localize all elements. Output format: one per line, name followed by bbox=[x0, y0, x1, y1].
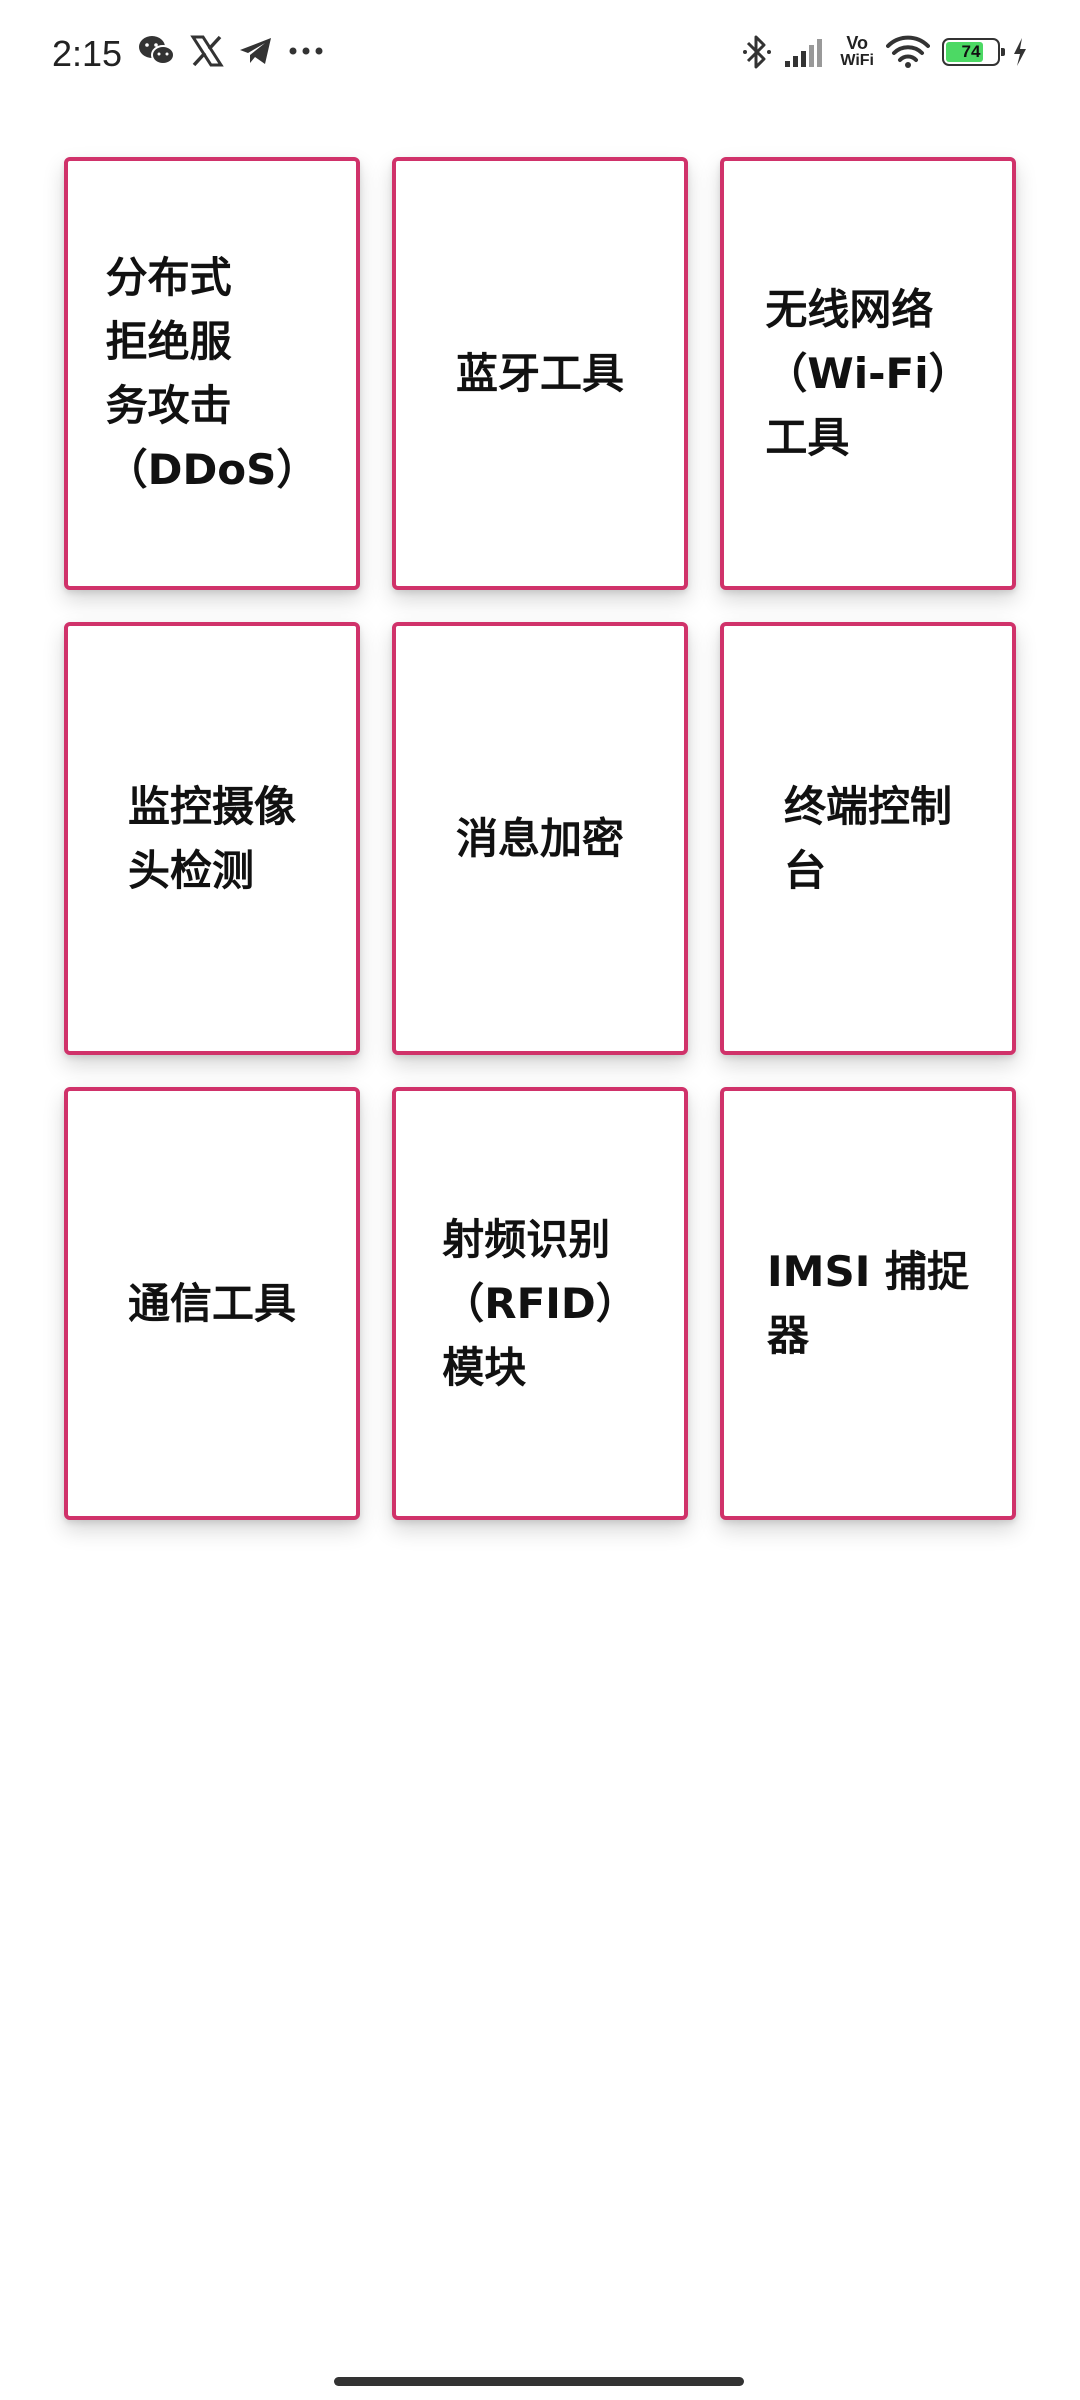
tool-label: 蓝牙工具 bbox=[455, 348, 624, 398]
home-indicator[interactable] bbox=[334, 2377, 744, 2386]
tool-card-wifi[interactable]: 无线网络 （Wi-Fi） 工具 bbox=[720, 157, 1016, 590]
wechat-icon bbox=[138, 34, 176, 68]
tool-label: 分布式 拒绝服 务攻击 （DDoS） bbox=[105, 252, 319, 494]
more-dots-icon bbox=[288, 46, 324, 56]
tool-label: IMSI 捕捉 器 bbox=[767, 1246, 969, 1360]
battery-icon: 74 bbox=[942, 38, 1005, 66]
telegram-icon bbox=[238, 35, 274, 67]
tool-card-communication[interactable]: 通信工具 bbox=[64, 1087, 360, 1520]
tool-label: 消息加密 bbox=[455, 813, 624, 863]
status-bar: 2:15 Vo WiFi 74 bbox=[0, 0, 1080, 110]
wifi-icon bbox=[886, 35, 930, 69]
tool-label: 射频识别 （RFID） 模块 bbox=[442, 1214, 638, 1392]
vowifi-icon: Vo WiFi bbox=[840, 30, 874, 74]
vowifi-wifi-label: WiFi bbox=[840, 52, 874, 69]
tool-label: 终端控制 台 bbox=[783, 781, 952, 895]
tool-grid: 分布式 拒绝服 务攻击 （DDoS） 蓝牙工具 无线网络 （Wi-Fi） 工具 … bbox=[64, 157, 1016, 1520]
tool-card-bluetooth[interactable]: 蓝牙工具 bbox=[392, 157, 688, 590]
system-icons: Vo WiFi 74 bbox=[742, 30, 1028, 74]
bluetooth-icon bbox=[742, 32, 772, 72]
tool-card-terminal-console[interactable]: 终端控制 台 bbox=[720, 622, 1016, 1055]
charging-icon bbox=[1012, 37, 1028, 67]
tool-label: 通信工具 bbox=[127, 1278, 296, 1328]
tool-card-message-encryption[interactable]: 消息加密 bbox=[392, 622, 688, 1055]
vowifi-vo-label: Vo bbox=[846, 33, 869, 53]
notification-icons bbox=[138, 34, 324, 68]
tool-card-imsi-catcher[interactable]: IMSI 捕捉 器 bbox=[720, 1087, 1016, 1520]
tool-card-rfid[interactable]: 射频识别 （RFID） 模块 bbox=[392, 1087, 688, 1520]
tool-card-camera-detection[interactable]: 监控摄像 头检测 bbox=[64, 622, 360, 1055]
x-icon bbox=[190, 35, 224, 67]
tool-label: 监控摄像 头检测 bbox=[127, 781, 296, 895]
battery-level: 74 bbox=[961, 42, 981, 61]
status-time: 2:15 bbox=[52, 33, 123, 74]
signal-icon bbox=[784, 35, 828, 69]
tool-card-ddos[interactable]: 分布式 拒绝服 务攻击 （DDoS） bbox=[64, 157, 360, 590]
tool-label: 无线网络 （Wi-Fi） 工具 bbox=[765, 284, 971, 462]
